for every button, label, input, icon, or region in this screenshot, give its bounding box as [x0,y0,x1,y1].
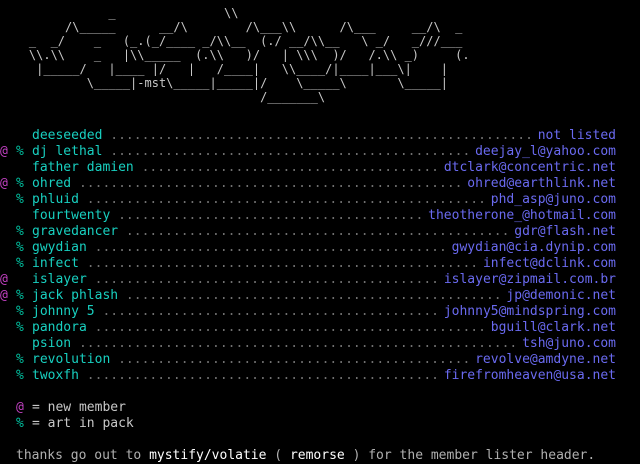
member-contact: dtclark@concentric.net [439,160,616,176]
member-contact: jp@demonic.net [502,288,616,304]
art-marker: % [16,224,24,239]
member-list: deeseeded not listed @ % dj lethal deeja… [0,128,640,384]
member-contact: infect@dclink.com [478,256,616,272]
art-marker: % [16,240,24,255]
member-handle: gravedancer [32,224,125,240]
art-legend-text: = art in pack [32,416,134,431]
art-symbol: % [16,416,24,431]
member-contact: firefromheaven@usa.net [439,368,616,384]
member-contact: johnny5@mindspring.com [439,304,616,320]
dot-leader [32,128,616,144]
member-contact: islayer@zipmail.com.br [439,272,616,288]
member-contact: phd_asp@juno.com [486,192,616,208]
member-contact: tsh@juno.com [518,336,616,352]
list-item: % twoxfh firefromheaven@usa.net [0,368,640,384]
new-member-marker: @ [0,144,8,159]
member-handle: phluid [32,192,85,208]
list-item: psion tsh@juno.com [0,336,640,352]
member-contact: theotherone_@hotmail.com [424,208,616,224]
member-contact: not listed [533,128,616,144]
art-marker: % [16,144,24,159]
list-item: deeseeded not listed [0,128,640,144]
list-item: % pandora bguill@clark.net [0,320,640,336]
list-item: % revolution revolve@amdyne.net [0,352,640,368]
member-handle: twoxfh [32,368,85,384]
member-handle: gwydian [32,240,93,256]
thanks-line: thanks go out to mystify/volatie ( remor… [16,448,595,464]
list-item: % infect infect@dclink.com [0,256,640,272]
new-member-marker: @ [0,272,8,287]
member-handle: dj lethal [32,144,109,160]
member-handle: psion [32,336,78,352]
legend: @ = new member % = art in pack [0,400,640,432]
art-marker: % [16,256,24,271]
member-contact: gdr@flash.net [510,224,616,240]
member-contact: deejay_l@yahoo.com [471,144,616,160]
member-handle: revolution [32,352,117,368]
new-member-marker: @ [0,288,8,303]
member-contact: revolve@amdyne.net [471,352,616,368]
list-item: % phluid phd_asp@juno.com [0,192,640,208]
art-marker: % [16,176,24,191]
list-item: % gwydian gwydian@cia.dynip.com [0,240,640,256]
member-handle: ohred [32,176,78,192]
thanks-prefix: thanks go out to [16,448,150,463]
member-contact: bguill@clark.net [486,320,616,336]
ascii-logo-header: _ \\ /\_____ __/\ /\___\\ /\___ __/\ _ _… [28,6,470,104]
art-marker: % [16,320,24,335]
credit-name: mystify/volatie [149,448,267,463]
member-handle: deeseeded [32,128,109,144]
list-item: @ % dj lethal deejay_l@yahoo.com [0,144,640,160]
list-item: % gravedancer gdr@flash.net [0,224,640,240]
member-list-screen: _ \\ /\_____ __/\ /\___\\ /\___ __/\ _ _… [0,0,640,464]
member-handle: jack phlash [32,288,125,304]
member-handle: fourtwenty [32,208,117,224]
art-marker: % [16,304,24,319]
member-handle: islayer [32,272,93,288]
member-contact: ohred@earthlink.net [463,176,616,192]
legend-art-in-pack: % = art in pack [0,416,640,432]
new-member-marker: @ [0,176,8,191]
list-item: @ % jack phlash jp@demonic.net [0,288,640,304]
art-marker: % [16,352,24,367]
list-item: fourtwenty theotherone_@hotmail.com [0,208,640,224]
new-member-legend-text: = new member [32,400,126,415]
legend-new-member: @ = new member [0,400,640,416]
list-item: father damien dtclark@concentric.net [0,160,640,176]
art-marker: % [16,192,24,207]
list-item: @ islayer islayer@zipmail.com.br [0,272,640,288]
member-contact: gwydian@cia.dynip.com [447,240,616,256]
list-item: % johnny 5 johnny5@mindspring.com [0,304,640,320]
thanks-middle: ( [266,448,290,463]
member-handle: infect [32,256,85,272]
member-handle: pandora [32,320,93,336]
member-handle: johnny 5 [32,304,101,320]
new-member-symbol: @ [16,400,24,415]
group-name: remorse [289,448,345,463]
member-handle: father damien [32,160,140,176]
list-item: @ % ohred ohred@earthlink.net [0,176,640,192]
art-marker: % [16,288,24,303]
art-marker: % [16,368,24,383]
thanks-suffix: ) for the member lister header. [344,448,596,463]
